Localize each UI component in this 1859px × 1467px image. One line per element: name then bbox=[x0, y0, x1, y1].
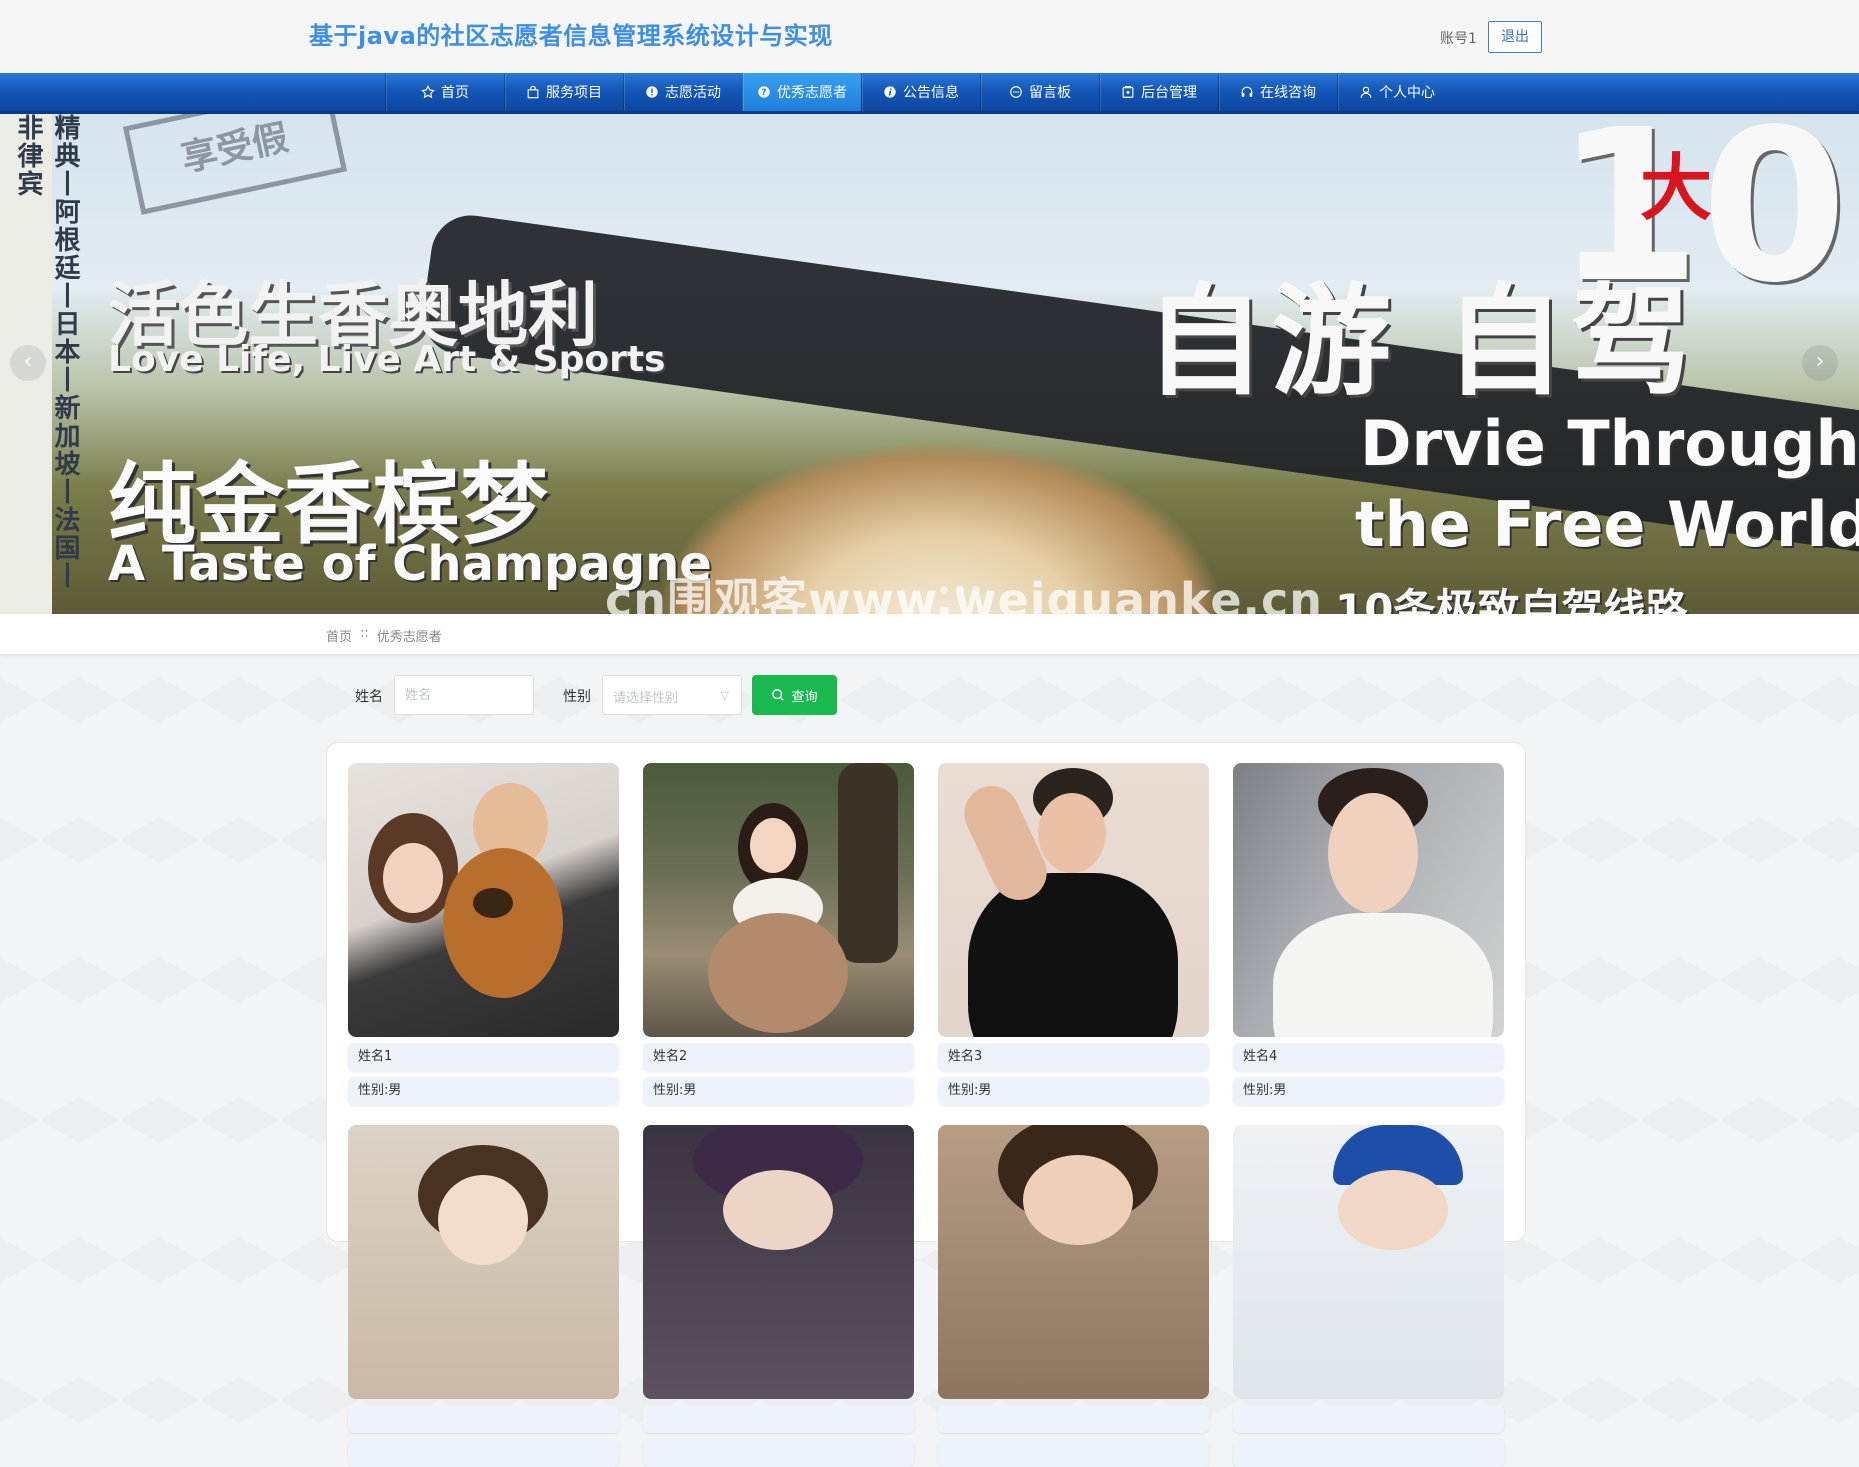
banner-headline: 自游 自驾 bbox=[1145, 273, 1697, 412]
volunteer-photo[interactable] bbox=[348, 763, 619, 1037]
svg-text:?: ? bbox=[761, 88, 766, 98]
header: 基于java的社区志愿者信息管理系统设计与实现 账号1 退出 bbox=[0, 0, 1859, 73]
volunteer-name bbox=[1233, 1405, 1504, 1433]
banner-en-line-1: Drvie Through bbox=[1360, 407, 1859, 480]
carousel-dot-active[interactable] bbox=[956, 586, 964, 594]
question-icon: ? bbox=[758, 86, 770, 98]
volunteer-name bbox=[348, 1405, 619, 1433]
volunteer-gender bbox=[643, 1439, 914, 1467]
volunteer-gender: 性别:男 bbox=[938, 1077, 1209, 1105]
volunteer-photo[interactable] bbox=[938, 763, 1209, 1037]
volunteer-card[interactable] bbox=[938, 1125, 1209, 1467]
gender-select-placeholder: 请选择性别 bbox=[613, 691, 679, 706]
volunteer-photo[interactable] bbox=[643, 763, 914, 1037]
nav-label: 优秀志愿者 bbox=[777, 85, 847, 101]
breadcrumb-bar: 首页 :: 优秀志愿者 bbox=[0, 614, 1859, 654]
volunteer-photo[interactable] bbox=[643, 1125, 914, 1399]
nav-label: 后台管理 bbox=[1141, 85, 1197, 101]
banner-carousel[interactable]: 精典丨阿根廷丨日本丨新加坡丨法国丨非律宾 享受假 活色生香奥地利 Love Li… bbox=[0, 114, 1859, 614]
bag-icon bbox=[527, 85, 539, 99]
info-icon bbox=[646, 86, 658, 98]
logout-button[interactable]: 退出 bbox=[1488, 21, 1542, 53]
volunteer-name bbox=[938, 1405, 1209, 1433]
volunteer-gender bbox=[938, 1439, 1209, 1467]
volunteer-card[interactable] bbox=[1233, 1125, 1504, 1467]
volunteer-photo[interactable] bbox=[348, 1125, 619, 1399]
gender-label: 性别 bbox=[563, 689, 591, 705]
nav-item-admin[interactable]: 后台管理 bbox=[1099, 73, 1218, 111]
nav-item-activities[interactable]: 志愿活动 bbox=[623, 73, 742, 111]
volunteer-photo[interactable] bbox=[1233, 763, 1504, 1037]
gender-select[interactable]: 请选择性别 ▽ bbox=[602, 675, 742, 715]
volunteer-name: 姓名3 bbox=[938, 1043, 1209, 1071]
nav-label: 首页 bbox=[441, 85, 469, 101]
volunteer-card[interactable] bbox=[643, 1125, 914, 1467]
carousel-next-button[interactable]: › bbox=[1802, 345, 1838, 381]
nav-item-services[interactable]: 服务项目 bbox=[504, 73, 623, 111]
nav-label: 在线咨询 bbox=[1260, 85, 1316, 101]
nav-item-consult[interactable]: 在线咨询 bbox=[1218, 73, 1337, 111]
nav-label: 个人中心 bbox=[1379, 85, 1435, 101]
volunteer-gender: 性别:男 bbox=[1233, 1077, 1504, 1105]
name-search-input[interactable] bbox=[394, 675, 534, 715]
nav-label: 留言板 bbox=[1029, 85, 1071, 101]
nav-label: 公告信息 bbox=[903, 85, 959, 101]
nav-label: 志愿活动 bbox=[665, 85, 721, 101]
name-label: 姓名 bbox=[355, 689, 383, 705]
volunteer-name bbox=[643, 1405, 914, 1433]
lock-icon bbox=[1122, 86, 1134, 98]
search-icon bbox=[772, 689, 785, 701]
banner-big-char: 大 bbox=[1640, 146, 1713, 230]
banner-sub-line: 10条极致自驾线路 bbox=[1335, 585, 1688, 614]
nav-item-messages[interactable]: 留言板 bbox=[980, 73, 1099, 111]
breadcrumb-current: 优秀志愿者 bbox=[376, 630, 442, 645]
volunteer-name: 姓名2 bbox=[643, 1043, 914, 1071]
volunteer-photo[interactable] bbox=[1233, 1125, 1504, 1399]
search-button-label: 查询 bbox=[791, 689, 818, 705]
breadcrumb: 首页 :: 优秀志愿者 bbox=[326, 626, 442, 645]
star-icon bbox=[421, 85, 435, 99]
nav-item-home[interactable]: 首页 bbox=[385, 73, 504, 111]
volunteer-card[interactable]: 姓名3 性别:男 bbox=[938, 763, 1209, 1105]
volunteer-gender bbox=[348, 1439, 619, 1467]
carousel-prev-button[interactable]: ‹ bbox=[10, 345, 46, 381]
volunteer-card[interactable]: 姓名1 性别:男 bbox=[348, 763, 619, 1105]
volunteer-name: 姓名1 bbox=[348, 1043, 619, 1071]
chat-icon bbox=[1010, 86, 1022, 98]
volunteer-card[interactable]: 姓名4 性别:男 bbox=[1233, 763, 1504, 1105]
nav-item-notices[interactable]: i 公告信息 bbox=[861, 73, 980, 111]
headset-icon bbox=[1241, 86, 1253, 97]
nav-item-volunteers[interactable]: ? 优秀志愿者 bbox=[742, 73, 861, 111]
warning-icon: i bbox=[884, 86, 896, 98]
main-nav: 首页 服务项目 志愿活动 ? 优秀志愿者 i 公告信息 留言板 后台管理 在线咨… bbox=[0, 73, 1859, 114]
user-icon bbox=[1360, 86, 1372, 98]
carousel-indicators bbox=[940, 586, 980, 594]
volunteer-gender: 性别:男 bbox=[643, 1077, 914, 1105]
volunteer-card[interactable] bbox=[348, 1125, 619, 1467]
carousel-dot[interactable] bbox=[940, 586, 948, 594]
volunteer-card[interactable]: 姓名2 性别:男 bbox=[643, 763, 914, 1105]
banner-line-2: Love Life, Live Art & Sports bbox=[108, 339, 666, 380]
volunteer-gender bbox=[1233, 1439, 1504, 1467]
carousel-dot[interactable] bbox=[972, 586, 980, 594]
volunteer-photo[interactable] bbox=[938, 1125, 1209, 1399]
volunteer-name: 姓名4 bbox=[1233, 1043, 1504, 1071]
chevron-down-icon: ▽ bbox=[720, 689, 729, 702]
volunteer-gender: 性别:男 bbox=[348, 1077, 619, 1105]
breadcrumb-home[interactable]: 首页 bbox=[326, 626, 352, 645]
banner-en-line-2: the Free World bbox=[1355, 488, 1859, 561]
nav-label: 服务项目 bbox=[546, 85, 602, 101]
nav-item-profile[interactable]: 个人中心 bbox=[1337, 73, 1456, 111]
account-name: 账号1 bbox=[1440, 31, 1477, 47]
site-title: 基于java的社区志愿者信息管理系统设计与实现 bbox=[309, 22, 833, 50]
search-button[interactable]: 查询 bbox=[752, 675, 837, 715]
banner-badge: 享受假 bbox=[122, 114, 348, 215]
breadcrumb-separator: :: bbox=[360, 626, 369, 641]
